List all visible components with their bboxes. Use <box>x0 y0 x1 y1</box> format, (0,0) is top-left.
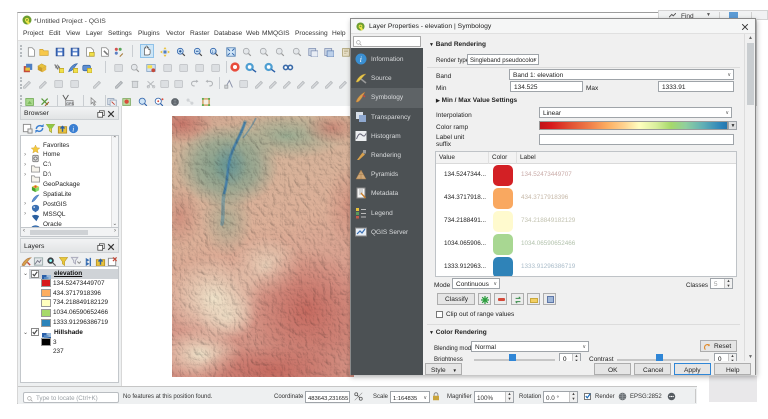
svg-text:1:1: 1:1 <box>211 50 216 54</box>
svg-text:i: i <box>72 124 74 133</box>
svg-text:V: V <box>54 64 58 70</box>
